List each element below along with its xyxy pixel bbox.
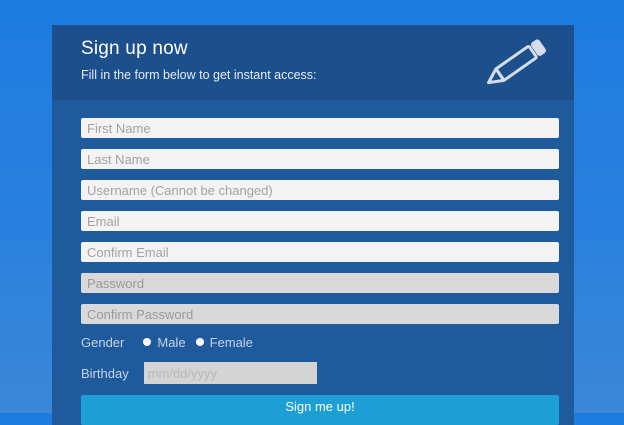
gender-label: Gender [81, 334, 125, 350]
female-radio[interactable] [195, 338, 204, 346]
male-label: Male [157, 334, 186, 350]
birthday-input[interactable] [143, 362, 317, 384]
signup-card: Sign up now Fill in the form below to ge… [52, 25, 574, 425]
card-header: Sign up now Fill in the form below to ge… [52, 25, 574, 100]
gender-option-female[interactable]: Female [195, 334, 253, 350]
confirm-email-field[interactable] [81, 242, 559, 262]
gender-option-male[interactable]: Male [143, 334, 186, 350]
gender-row: Gender Male Female [81, 333, 263, 351]
form-subtitle: Fill in the form below to get instant ac… [81, 68, 317, 82]
confirm-password-field[interactable] [81, 304, 559, 324]
pencil-icon [487, 39, 546, 85]
birthday-row: Birthday [81, 362, 317, 384]
password-field[interactable] [81, 273, 559, 293]
first-name-field[interactable] [81, 118, 559, 138]
email-field[interactable] [81, 211, 559, 231]
sign-up-button[interactable]: Sign me up! [81, 395, 559, 425]
signup-fields [81, 118, 559, 335]
form-title: Sign up now [81, 38, 188, 59]
last-name-field[interactable] [81, 149, 559, 169]
username-field[interactable] [81, 180, 559, 200]
birthday-label: Birthday [81, 365, 129, 381]
female-label: Female [209, 334, 253, 350]
male-radio[interactable] [143, 338, 152, 346]
